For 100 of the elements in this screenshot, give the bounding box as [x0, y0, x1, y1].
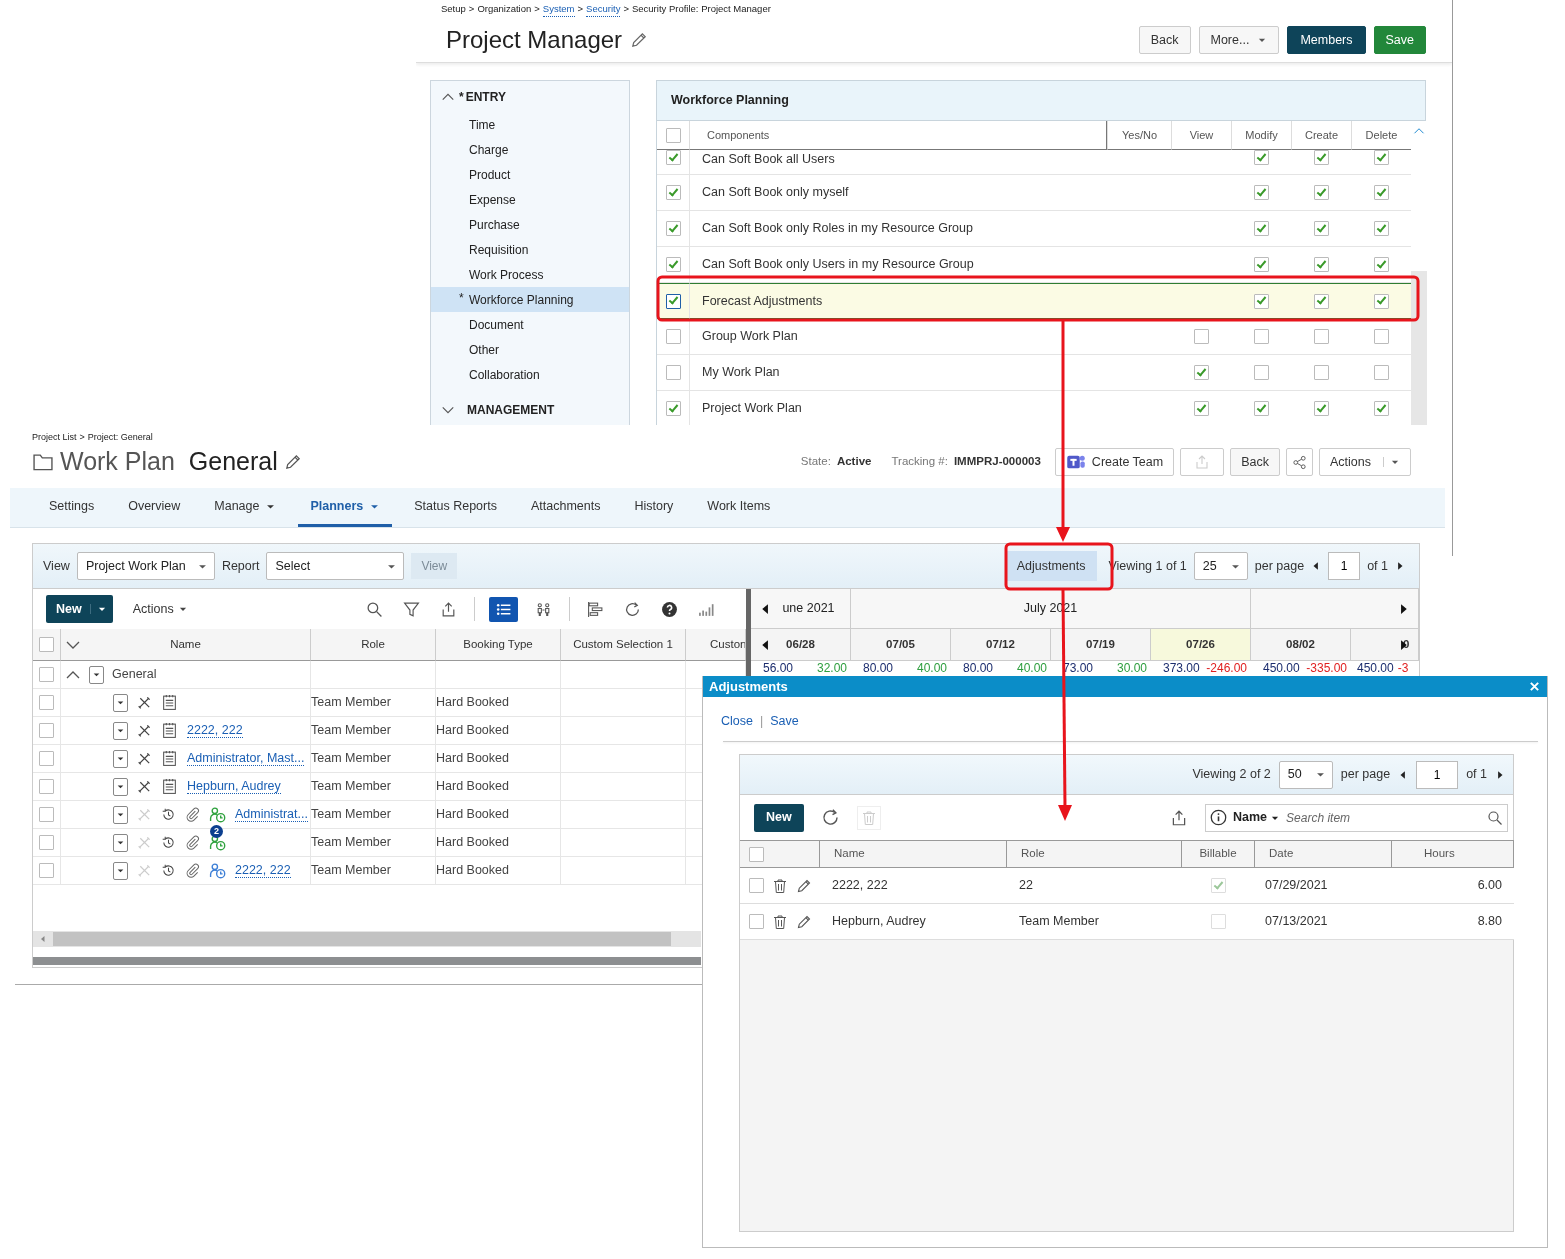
tracking-label: Tracking #: [891, 454, 948, 470]
nav-tab[interactable]: Planners [298, 488, 393, 527]
group-name: General [112, 666, 157, 684]
column-header: Yes/No [1107, 121, 1171, 151]
nav-tab[interactable]: Attachments [518, 488, 613, 527]
role-cell: Team Member [311, 801, 436, 829]
hours-value: 373.00 [1163, 661, 1200, 677]
breadcrumb-item: Setup [441, 2, 466, 16]
breadcrumb-link[interactable]: Security [586, 2, 621, 18]
action-button[interactable]: Save [1373, 25, 1426, 54]
hours-value: 56.00 [763, 661, 794, 677]
section-header[interactable]: ENTRY [465, 87, 506, 106]
dialog-title: Adjustments [709, 677, 788, 696]
tracking-value: IMMPRJ-000003 [953, 454, 1041, 470]
new-button[interactable]: New [754, 803, 804, 832]
page-input[interactable]: 1 [1416, 760, 1459, 789]
nav-tab[interactable]: Status Reports [402, 488, 509, 527]
save-link[interactable]: Save [770, 712, 799, 741]
week-header: 07/26 [1186, 636, 1215, 652]
month-header: une 2021 [782, 600, 835, 618]
breadcrumb-separator: > [468, 2, 475, 16]
action-button[interactable]: Members [1287, 25, 1366, 54]
sidebar-item[interactable]: Time [431, 112, 629, 138]
breadcrumb-item: Project: General [87, 431, 153, 441]
nav-tab[interactable]: Overview [116, 488, 193, 527]
column-header: Date [1255, 840, 1392, 868]
name-link[interactable]: 2222, 222 [235, 863, 291, 878]
role-cell: Team Member [311, 857, 436, 885]
role-cell: Team Member [311, 689, 436, 717]
role-cell: 22 [1007, 868, 1182, 904]
required-mark: * [459, 88, 464, 106]
actions-button[interactable]: Actions [1319, 448, 1411, 476]
column-header: Name [820, 840, 1007, 868]
panel-title: Workforce Planning [657, 81, 1425, 122]
column-header: Billable [1182, 840, 1255, 868]
column-header: Booking Type [436, 629, 561, 661]
page-total: of 1 [1466, 766, 1487, 784]
per-page-select[interactable]: 50 [1278, 760, 1333, 789]
column-header: Custon [686, 629, 746, 661]
date-cell: 07/29/2021 [1255, 868, 1392, 904]
sidebar-item[interactable]: Expense [431, 187, 629, 213]
hours-value: 30.00 [1116, 661, 1147, 677]
search-field[interactable]: Name Search item [1205, 803, 1508, 832]
component-label: Can Soft Book only Roles in my Resource Group [689, 211, 1107, 248]
back-button[interactable]: Back [1230, 448, 1280, 476]
view-label: View [43, 557, 70, 575]
close-link[interactable]: Close [721, 712, 753, 741]
week-header: 07/05 [886, 636, 915, 652]
nav-tab[interactable]: Work Items [695, 488, 783, 527]
nav-tab[interactable]: Settings [37, 488, 107, 527]
name-link[interactable]: Administrat... [235, 807, 308, 822]
action-button[interactable]: Back [1138, 25, 1191, 54]
view-select[interactable]: Project Work Plan [76, 552, 215, 580]
breadcrumb-separator: > [577, 2, 584, 16]
sidebar-item[interactable]: Other [431, 337, 629, 363]
hours-value: 450.00 [1357, 661, 1394, 677]
link-separator: | [759, 713, 764, 730]
section-header[interactable]: MANAGEMENT [467, 401, 555, 420]
hours-value: 40.00 [916, 661, 947, 677]
hours-value: 80.00 [863, 661, 894, 677]
component-label: Group Work Plan [689, 319, 1107, 356]
nav-tab[interactable]: History [622, 488, 686, 527]
sidebar-item[interactable]: Requisition [431, 237, 629, 263]
field-select[interactable]: Name [1233, 808, 1281, 827]
week-header: 07/12 [986, 636, 1015, 652]
nav-tab[interactable]: Manage [202, 488, 289, 527]
hours-value: 32.00 [816, 661, 847, 677]
report-select[interactable]: Select [266, 552, 405, 580]
booking-type-cell: Hard Booked [436, 689, 561, 717]
per-page-label: per page [1340, 766, 1391, 784]
sidebar-item[interactable]: Charge [431, 137, 629, 163]
sidebar-item[interactable]: Document [431, 312, 629, 338]
sidebar-item[interactable]: Collaboration [431, 362, 629, 388]
role-cell: Team Member [311, 829, 436, 857]
name-link[interactable]: 2222, 222 [187, 723, 243, 738]
per-page-select[interactable]: 25 [1193, 552, 1248, 580]
dropdown-button[interactable]: More... [1198, 25, 1280, 54]
hours-value: -3 [1397, 661, 1409, 677]
breadcrumb-item: Project List [32, 431, 77, 441]
page-input[interactable]: 1 [1328, 552, 1361, 580]
breadcrumb-separator: > [79, 431, 85, 441]
column-header: Components [689, 121, 1107, 151]
create-team-button[interactable]: Create Team [1054, 448, 1175, 476]
sidebar-item[interactable]: Purchase [431, 212, 629, 238]
report-label: Report [221, 557, 260, 575]
page-title-prefix: Work Plan [60, 446, 175, 478]
name-link[interactable]: Administrator, Mast... [187, 751, 305, 766]
component-label: Can Soft Book only myself [689, 175, 1107, 212]
name-link[interactable]: Hepburn, Audrey [187, 779, 281, 794]
page-total: of 1 [1367, 557, 1388, 575]
breadcrumb-link[interactable]: System [542, 2, 575, 18]
sidebar-item[interactable]: Product [431, 162, 629, 188]
actions-menu[interactable]: Actions [126, 598, 194, 620]
booking-type-cell: Hard Booked [436, 745, 561, 773]
component-label: My Work Plan [689, 355, 1107, 392]
new-button[interactable]: New [46, 595, 113, 623]
name-cell: Hepburn, Audrey [820, 904, 1007, 940]
hours-cell: 6.00 [1392, 868, 1514, 904]
sidebar-item[interactable]: Work Process [431, 262, 629, 288]
role-cell: Team Member [311, 745, 436, 773]
